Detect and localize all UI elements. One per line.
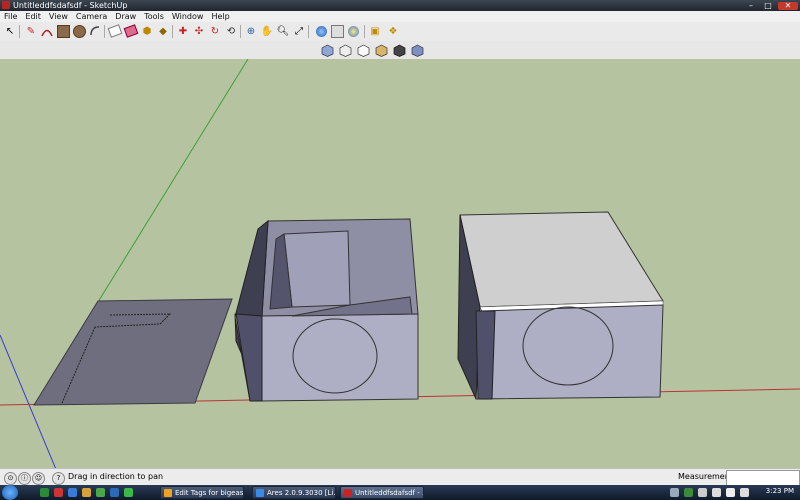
- circle-icon[interactable]: [72, 24, 86, 38]
- open-box-front: [261, 313, 419, 402]
- push-pull-icon[interactable]: ◆: [156, 24, 170, 38]
- ares-icon: [256, 489, 264, 497]
- open-box-side-face: [235, 313, 263, 402]
- pan-icon[interactable]: ✋: [260, 24, 274, 38]
- task-button-browser[interactable]: Edit Tags for bigeas...: [160, 486, 244, 499]
- task-button-sketchup[interactable]: Untitleddfsdafsdf - ...: [340, 486, 424, 499]
- minimize-button[interactable]: –: [744, 1, 758, 10]
- previous-view-icon[interactable]: [314, 24, 328, 38]
- tray-icon[interactable]: [670, 488, 679, 497]
- tray-icon[interactable]: [712, 488, 721, 497]
- top-view-icon[interactable]: [338, 43, 352, 57]
- quicklaunch-icon[interactable]: [96, 488, 105, 497]
- main-toolbar: ↖ ✎ ⬢ ◆ ✚ ✣ ↻ ⟲ ⊕ ✋ 🔍︎ ⤢ ▣ ❖: [0, 22, 800, 42]
- tape-measure-icon[interactable]: [123, 24, 139, 38]
- maximize-button[interactable]: □: [761, 1, 775, 10]
- network-icon[interactable]: [740, 488, 749, 497]
- model-canvas: [0, 59, 800, 468]
- close-button[interactable]: ✕: [778, 1, 798, 10]
- closed-box-lid: [459, 211, 664, 308]
- eraser-icon[interactable]: [107, 24, 123, 38]
- tray-icon[interactable]: [698, 488, 707, 497]
- views-toolbar: [0, 41, 800, 60]
- credits-icon[interactable]: ⓘ: [18, 472, 31, 485]
- orbit-icon[interactable]: ⊕: [244, 24, 258, 38]
- offset-icon[interactable]: ⟲: [224, 24, 238, 38]
- menu-tools[interactable]: Tools: [140, 11, 168, 22]
- volume-icon[interactable]: [726, 488, 735, 497]
- window-controls: – □ ✕: [744, 0, 798, 11]
- tray-icon[interactable]: [684, 488, 693, 497]
- menu-edit[interactable]: Edit: [21, 11, 45, 22]
- polygon-icon[interactable]: [88, 24, 102, 38]
- move-icon[interactable]: ✚: [176, 24, 190, 38]
- quicklaunch-icon[interactable]: [54, 488, 63, 497]
- status-message: Drag in direction to pan: [68, 472, 164, 481]
- quicklaunch-icon[interactable]: [124, 488, 133, 497]
- zoom-extents-icon[interactable]: ⤢: [292, 24, 306, 38]
- menu-view[interactable]: View: [45, 11, 72, 22]
- menu-draw[interactable]: Draw: [111, 11, 140, 22]
- menu-window[interactable]: Window: [168, 11, 208, 22]
- toolbar-divider: [364, 25, 365, 38]
- quicklaunch-icon[interactable]: [40, 488, 49, 497]
- toolbar-divider: [172, 25, 173, 38]
- window-title: Untitleddfsdafsdf - SketchUp: [13, 1, 128, 10]
- menu-file[interactable]: File: [0, 11, 21, 22]
- task-button-ares[interactable]: Ares 2.0.9.3030 [Li...: [252, 486, 336, 499]
- components-icon[interactable]: ❖: [386, 24, 400, 38]
- toolbar-divider: [308, 25, 309, 38]
- measurements-input[interactable]: [726, 470, 800, 486]
- start-button[interactable]: [2, 485, 18, 500]
- toolbar-divider: [240, 25, 241, 38]
- front-view-icon[interactable]: [356, 43, 370, 57]
- menu-help[interactable]: Help: [207, 11, 233, 22]
- clock[interactable]: 3:23 PM: [766, 487, 794, 495]
- sketchup-app-icon: [2, 1, 10, 9]
- follow-me-icon[interactable]: ↻: [208, 24, 222, 38]
- open-box-inner-panel: [283, 230, 351, 308]
- right-view-icon[interactable]: [374, 43, 388, 57]
- rotate-icon[interactable]: ✣: [192, 24, 206, 38]
- status-bar: ⊙ ⓘ ☺ ? Drag in direction to pan Measure…: [0, 468, 800, 486]
- toolbar-divider: [19, 25, 20, 38]
- back-view-icon[interactable]: [392, 43, 406, 57]
- menu-bar: File Edit View Camera Draw Tools Window …: [0, 11, 800, 22]
- arc-icon[interactable]: [40, 24, 54, 38]
- quicklaunch-icon[interactable]: [68, 488, 77, 497]
- left-view-icon[interactable]: [410, 43, 424, 57]
- get-models-icon[interactable]: [346, 24, 360, 38]
- model-viewport[interactable]: [0, 59, 800, 468]
- rectangle-icon[interactable]: [56, 24, 70, 38]
- user-icon[interactable]: ☺: [32, 472, 45, 485]
- pencil-line-icon[interactable]: ✎: [24, 24, 38, 38]
- closed-box-side-face: [475, 310, 496, 400]
- share-model-icon[interactable]: ▣: [368, 24, 382, 38]
- select-icon[interactable]: ↖: [3, 24, 17, 38]
- system-tray: 3:23 PM: [668, 485, 800, 500]
- help-icon[interactable]: ?: [52, 472, 65, 485]
- quicklaunch-icon[interactable]: [110, 488, 119, 497]
- taskbar: Edit Tags for bigeas... Ares 2.0.9.3030 …: [0, 485, 800, 500]
- zoom-icon[interactable]: 🔍︎: [276, 24, 290, 38]
- menu-camera[interactable]: Camera: [72, 11, 111, 22]
- paint-bucket-icon[interactable]: ⬢: [140, 24, 154, 38]
- sketchup-icon: [344, 489, 352, 497]
- toolbar-divider: [104, 25, 105, 38]
- browser-icon: [164, 489, 172, 497]
- geo-location-icon[interactable]: ⊙: [4, 472, 17, 485]
- next-view-icon[interactable]: [330, 24, 344, 38]
- iso-view-icon[interactable]: [320, 43, 334, 57]
- title-bar: Untitleddfsdafsdf - SketchUp – □ ✕: [0, 0, 800, 11]
- quicklaunch-icon[interactable]: [82, 488, 91, 497]
